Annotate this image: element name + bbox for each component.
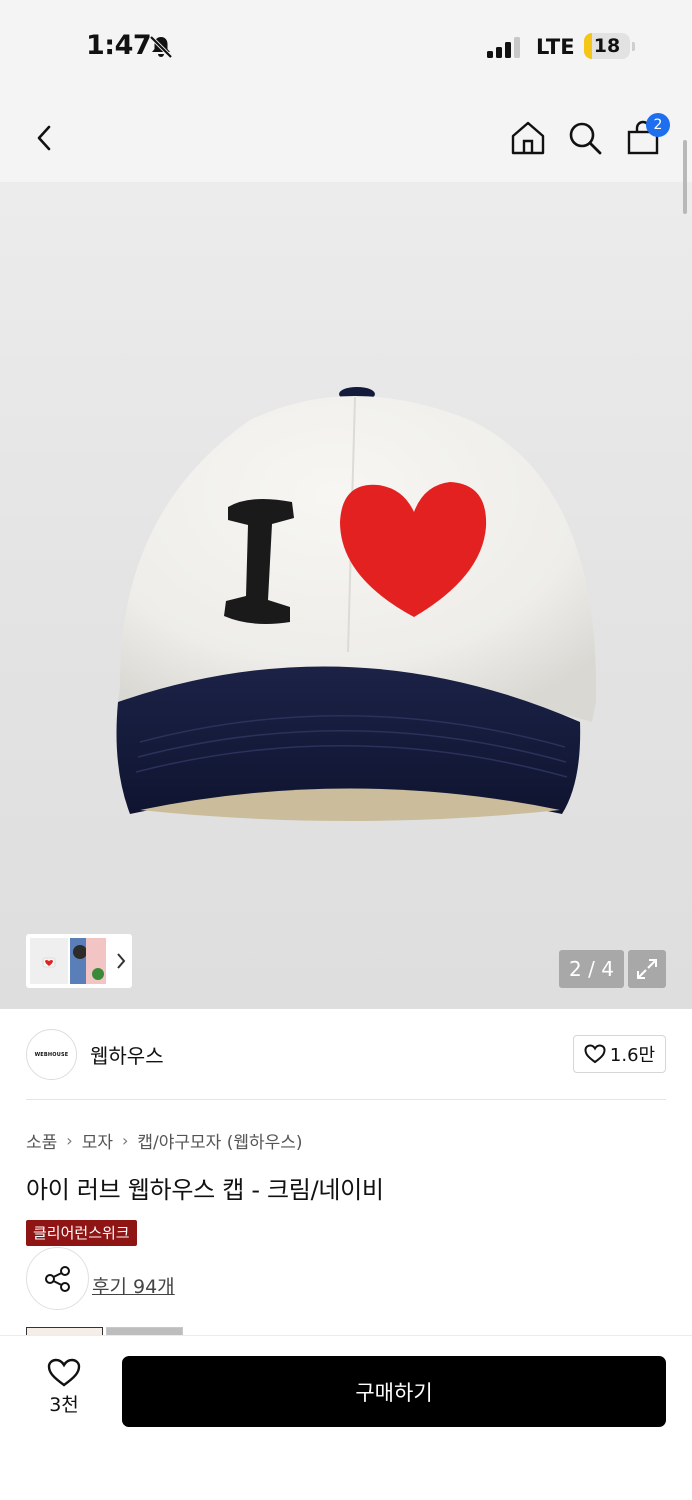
scroll-indicator[interactable] bbox=[683, 140, 687, 214]
cap-illustration bbox=[116, 387, 597, 821]
image-counter: 2 / 4 bbox=[559, 950, 624, 988]
share-button[interactable] bbox=[26, 1247, 89, 1310]
cart-count-badge: 2 bbox=[646, 113, 670, 137]
product-title: 아이 러브 웹하우스 캡 - 크림/네이비 bbox=[26, 1176, 384, 1204]
back-icon bbox=[37, 125, 51, 151]
share-icon bbox=[44, 1265, 70, 1292]
divider bbox=[26, 1099, 666, 1100]
bell-slash-icon bbox=[149, 35, 173, 59]
signal-icon bbox=[487, 37, 520, 58]
chevron-right-icon: › bbox=[66, 1131, 73, 1150]
brand-name[interactable]: 웹하우스 bbox=[90, 1040, 164, 1069]
battery-tip bbox=[632, 42, 635, 51]
wishlist-button[interactable]: 3천 bbox=[30, 1358, 98, 1430]
home-button[interactable] bbox=[505, 115, 551, 161]
search-button[interactable] bbox=[562, 115, 608, 161]
review-link[interactable]: 후기 94개 bbox=[92, 1272, 175, 1299]
cart-button[interactable]: 2 bbox=[620, 113, 670, 161]
top-nav-bar: 2 bbox=[0, 95, 692, 182]
breadcrumb: 소품 › 모자 › 캡/야구모자 (웹하우스) bbox=[26, 1128, 303, 1153]
home-icon bbox=[511, 121, 545, 155]
expand-icon bbox=[637, 959, 657, 979]
battery-level: 18 bbox=[593, 35, 621, 57]
heart-icon bbox=[47, 1358, 81, 1387]
product-image[interactable]: 2 / 4 bbox=[0, 182, 692, 1009]
chevron-right-icon: › bbox=[121, 1131, 129, 1150]
wishlist-count: 3천 bbox=[49, 1394, 79, 1416]
status-bar: 1:47 LTE 18 bbox=[0, 0, 692, 95]
search-icon bbox=[569, 122, 602, 155]
thumbnail-strip[interactable] bbox=[26, 934, 132, 988]
brand-like-count: 1.6만 bbox=[609, 1045, 656, 1066]
buy-button[interactable]: 구매하기 bbox=[122, 1356, 666, 1427]
heart-icon bbox=[584, 1044, 606, 1064]
breadcrumb-item-subcategory[interactable]: 모자 bbox=[82, 1128, 113, 1153]
sale-tag: 클리어런스위크 bbox=[26, 1220, 137, 1246]
expand-button[interactable] bbox=[628, 950, 666, 988]
brand-logo[interactable]: WEBHOUSE bbox=[26, 1029, 77, 1080]
battery-indicator: 18 bbox=[584, 33, 630, 59]
brand-logo-text: WEBHOUSE bbox=[34, 1051, 69, 1058]
brand-like-button[interactable]: 1.6만 bbox=[573, 1035, 666, 1073]
bottom-action-bar: 3천 구매하기 bbox=[0, 1335, 692, 1500]
chevron-right-icon bbox=[117, 953, 126, 969]
breadcrumb-item-category[interactable]: 소품 bbox=[26, 1128, 57, 1153]
status-time: 1:47 bbox=[86, 30, 152, 61]
network-label: LTE bbox=[536, 35, 575, 59]
back-button[interactable] bbox=[22, 115, 68, 161]
breadcrumb-item-current[interactable]: 캡/야구모자 (웹하우스) bbox=[137, 1128, 302, 1153]
